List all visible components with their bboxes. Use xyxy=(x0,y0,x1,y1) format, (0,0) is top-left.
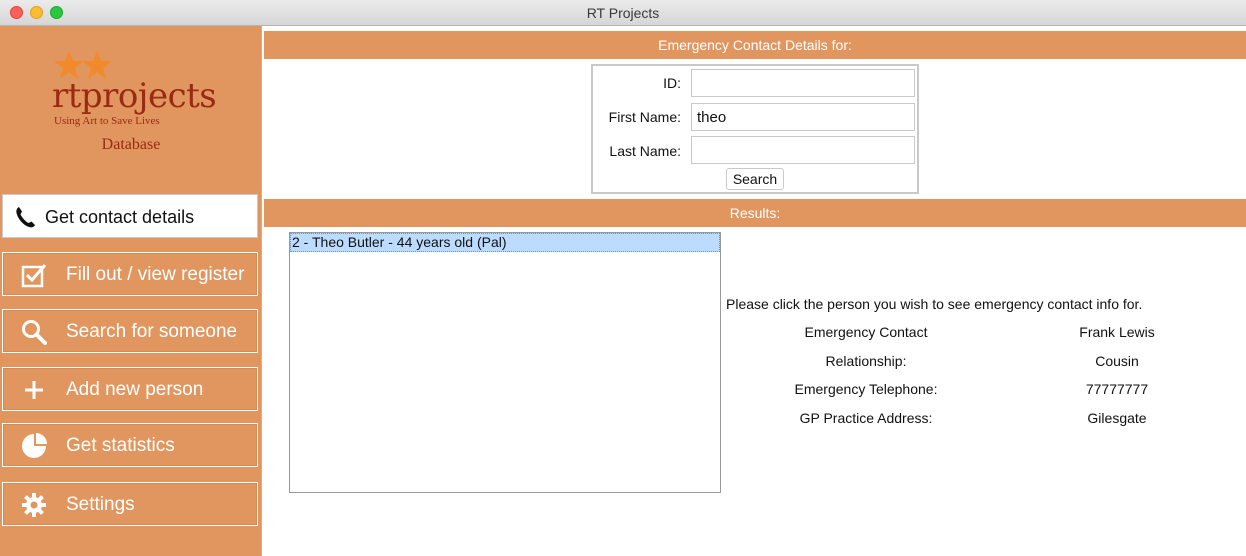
checkbox-icon xyxy=(21,264,47,288)
logo-tagline: Using Art to Save Lives xyxy=(54,115,160,127)
window-title: RT Projects xyxy=(586,5,660,21)
emergency-telephone-label: Emergency Telephone: xyxy=(794,381,938,397)
app-logo: rtprojects Using Art to Save Lives Datab… xyxy=(0,26,262,191)
nav-label: Get contact details xyxy=(45,207,195,227)
relationship-value: Cousin xyxy=(1095,353,1139,369)
logo-subtitle: Database xyxy=(101,136,161,153)
instructions-text: Please click the person you wish to see … xyxy=(726,296,1143,312)
nav-get-statistics[interactable]: Get statistics xyxy=(2,423,258,467)
pie-chart-icon xyxy=(22,433,47,458)
logo-wordmark: rtprojects xyxy=(52,76,217,116)
nav-fill-out-register[interactable]: Fill out / view register xyxy=(2,252,258,296)
nav-label: Fill out / view register xyxy=(66,264,245,285)
search-form: ID: First Name: Last Name: Search xyxy=(591,64,919,194)
relationship-label: Relationship: xyxy=(825,353,907,369)
last-name-input[interactable] xyxy=(691,136,915,164)
nav-label: Settings xyxy=(66,494,135,515)
first-name-input[interactable] xyxy=(691,103,915,131)
main-panel: Emergency Contact Details for: ID: First… xyxy=(264,26,1246,556)
id-label: ID: xyxy=(663,75,681,91)
nav-get-contact-details[interactable]: Get contact details xyxy=(2,194,258,238)
nav-label: Add new person xyxy=(66,379,204,400)
first-name-label: First Name: xyxy=(608,109,681,125)
id-input[interactable] xyxy=(691,69,915,97)
plus-icon xyxy=(25,381,43,399)
nav-search-for-someone[interactable]: Search for someone xyxy=(2,309,258,353)
emergency-contact-label: Emergency Contact xyxy=(804,324,928,340)
last-name-label: Last Name: xyxy=(609,143,681,159)
emergency-contact-header: Emergency Contact Details for: xyxy=(264,31,1246,59)
nav-label: Get statistics xyxy=(66,435,175,456)
emergency-telephone-value: 77777777 xyxy=(1085,381,1149,397)
gear-icon xyxy=(22,493,46,517)
phone-icon xyxy=(16,207,35,228)
nav-add-new-person[interactable]: Add new person xyxy=(2,367,258,411)
gp-practice-address-label: GP Practice Address: xyxy=(799,410,933,426)
sidebar: rtprojects Using Art to Save Lives Datab… xyxy=(0,26,262,556)
nav-settings[interactable]: Settings xyxy=(2,482,258,526)
emergency-contact-value: Frank Lewis xyxy=(1079,324,1155,340)
results-list[interactable]: 2 - Theo Butler - 44 years old (Pal) xyxy=(289,232,721,493)
search-icon xyxy=(22,320,47,345)
nav-label: Search for someone xyxy=(66,321,238,342)
title-bar: RT Projects xyxy=(0,0,1246,26)
gp-practice-address-value: Gilesgate xyxy=(1087,410,1147,426)
list-item[interactable]: 2 - Theo Butler - 44 years old (Pal) xyxy=(290,233,720,252)
results-header: Results: xyxy=(264,199,1246,227)
search-button[interactable]: Search xyxy=(726,168,784,190)
